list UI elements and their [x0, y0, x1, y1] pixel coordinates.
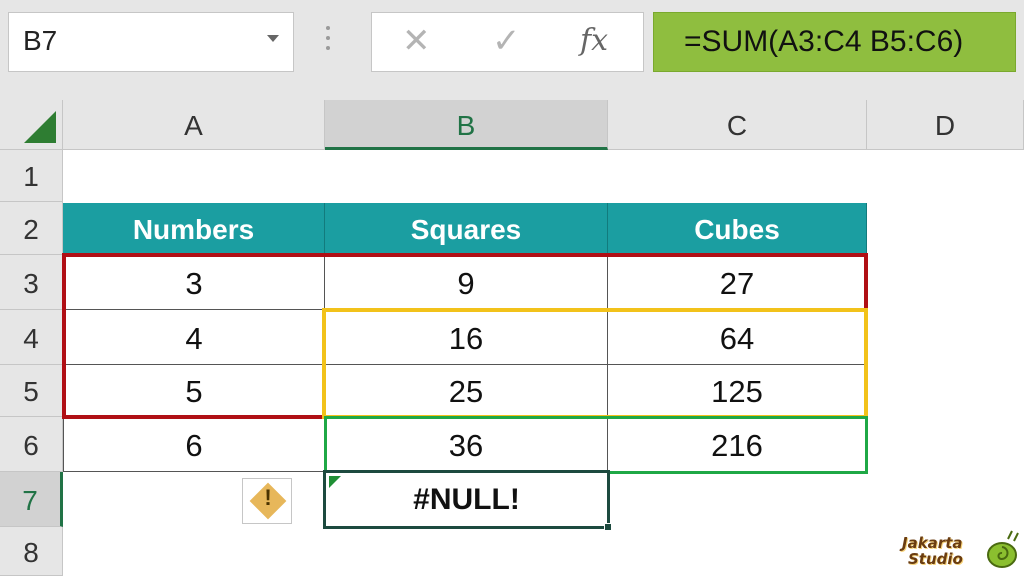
header-cell-numbers[interactable]: Numbers	[63, 203, 325, 255]
error-indicator-button[interactable]: !	[242, 478, 292, 524]
header-cell-squares[interactable]: Squares	[325, 203, 608, 255]
cell-a4[interactable]: 4	[63, 310, 325, 365]
column-header-c[interactable]: C	[608, 100, 867, 150]
warning-glyph: !	[264, 485, 272, 510]
cell-b6[interactable]: 36	[325, 417, 608, 472]
chevron-down-icon[interactable]	[267, 35, 279, 42]
cell-b3[interactable]: 9	[325, 255, 608, 310]
column-header-a[interactable]: A	[63, 100, 325, 150]
name-box[interactable]: B7	[8, 12, 294, 72]
cell-c3[interactable]: 27	[608, 255, 867, 310]
formula-bar-area: B7 ✕ ✓ fx =SUM(A3:C4 B5:C6)	[0, 0, 1024, 100]
close-icon[interactable]: ✕	[402, 21, 431, 61]
check-icon[interactable]: ✓	[492, 21, 521, 61]
fill-handle[interactable]	[604, 523, 612, 531]
select-all-button[interactable]	[0, 100, 63, 150]
cell-b5[interactable]: 25	[325, 365, 608, 417]
formula-bar-grip[interactable]	[326, 26, 332, 56]
worksheet-grid: A B C D 1 2 3 4 5 6 7 8 Numbers Squares …	[0, 100, 1024, 576]
select-all-icon	[24, 111, 56, 143]
error-flag-icon	[329, 476, 341, 488]
formula-buttons: ✕ ✓ fx	[371, 12, 644, 72]
cell-a5[interactable]: 5	[63, 365, 325, 417]
row-header-3[interactable]: 3	[0, 255, 63, 310]
insert-function-icon[interactable]: fx	[580, 23, 608, 58]
formula-text: =SUM(A3:C4 B5:C6)	[684, 25, 964, 58]
header-cell-cubes[interactable]: Cubes	[608, 203, 867, 255]
cell-c6[interactable]: 216	[608, 417, 867, 472]
cell-c5[interactable]: 125	[608, 365, 867, 417]
name-box-value: B7	[23, 25, 58, 56]
row-header-1[interactable]: 1	[0, 150, 63, 202]
active-cell-value: #NULL!	[413, 483, 520, 516]
cell-c4[interactable]: 64	[608, 310, 867, 365]
cell-a6[interactable]: 6	[63, 417, 325, 472]
row-header-5[interactable]: 5	[0, 365, 63, 417]
column-header-b[interactable]: B	[325, 100, 608, 150]
watermark-logo: Jakarta Studio	[902, 527, 1020, 571]
row-header-8[interactable]: 8	[0, 527, 63, 576]
row-header-7[interactable]: 7	[0, 472, 63, 527]
formula-input[interactable]: =SUM(A3:C4 B5:C6)	[653, 12, 1016, 72]
snail-icon	[987, 530, 1019, 568]
cell-a3[interactable]: 3	[63, 255, 325, 310]
row-header-6[interactable]: 6	[0, 417, 63, 472]
column-header-d[interactable]: D	[867, 100, 1024, 150]
row-header-4[interactable]: 4	[0, 310, 63, 365]
cell-b4[interactable]: 16	[325, 310, 608, 365]
active-cell-b7[interactable]: #NULL!	[323, 470, 612, 531]
row-header-2[interactable]: 2	[0, 202, 63, 255]
